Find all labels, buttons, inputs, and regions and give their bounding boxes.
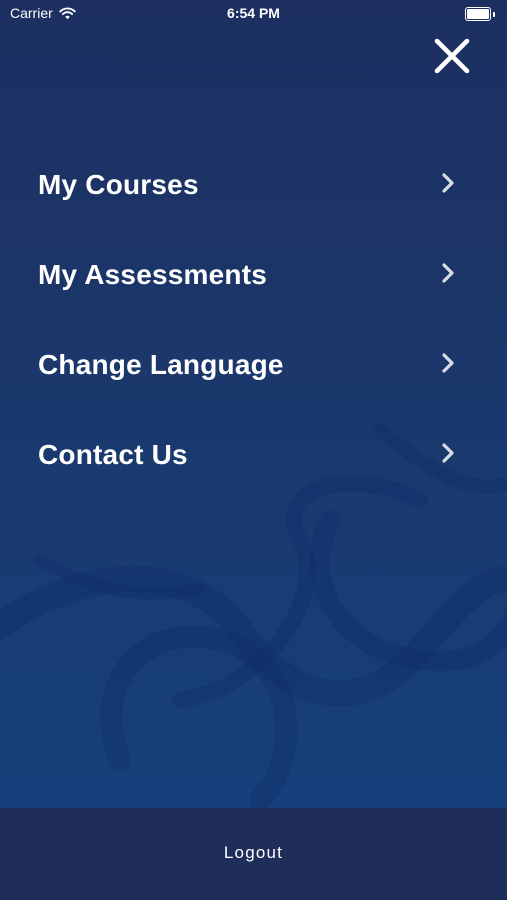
menu-item-label: My Assessments <box>38 259 267 290</box>
menu-list: My Courses My Assessments Change Languag… <box>0 141 507 501</box>
menu-screen: Carrier 6:54 PM My Courses My Assessment… <box>0 0 507 900</box>
battery-body <box>465 7 491 21</box>
chevron-right-icon <box>442 353 454 373</box>
menu-item-label: Change Language <box>38 349 284 380</box>
menu-item-contact-us[interactable]: Contact Us <box>0 411 507 501</box>
chevron-right-icon <box>442 263 454 283</box>
close-icon <box>434 38 470 74</box>
menu-item-label: My Courses <box>38 169 199 200</box>
menu-item-my-courses[interactable]: My Courses <box>0 141 507 231</box>
close-button[interactable] <box>426 30 478 82</box>
chevron-right-icon <box>442 173 454 193</box>
battery-icon <box>465 7 495 21</box>
logout-label: Logout <box>223 843 284 862</box>
menu-item-label: Contact Us <box>38 439 188 470</box>
battery-cap <box>493 11 495 17</box>
menu-item-my-assessments[interactable]: My Assessments <box>0 231 507 321</box>
menu-item-change-language[interactable]: Change Language <box>0 321 507 411</box>
status-bar: Carrier 6:54 PM <box>0 0 507 28</box>
chevron-right-icon <box>442 443 454 463</box>
logout-button[interactable]: Logout <box>0 808 507 900</box>
status-time: 6:54 PM <box>227 5 280 21</box>
battery-fill <box>467 9 489 19</box>
